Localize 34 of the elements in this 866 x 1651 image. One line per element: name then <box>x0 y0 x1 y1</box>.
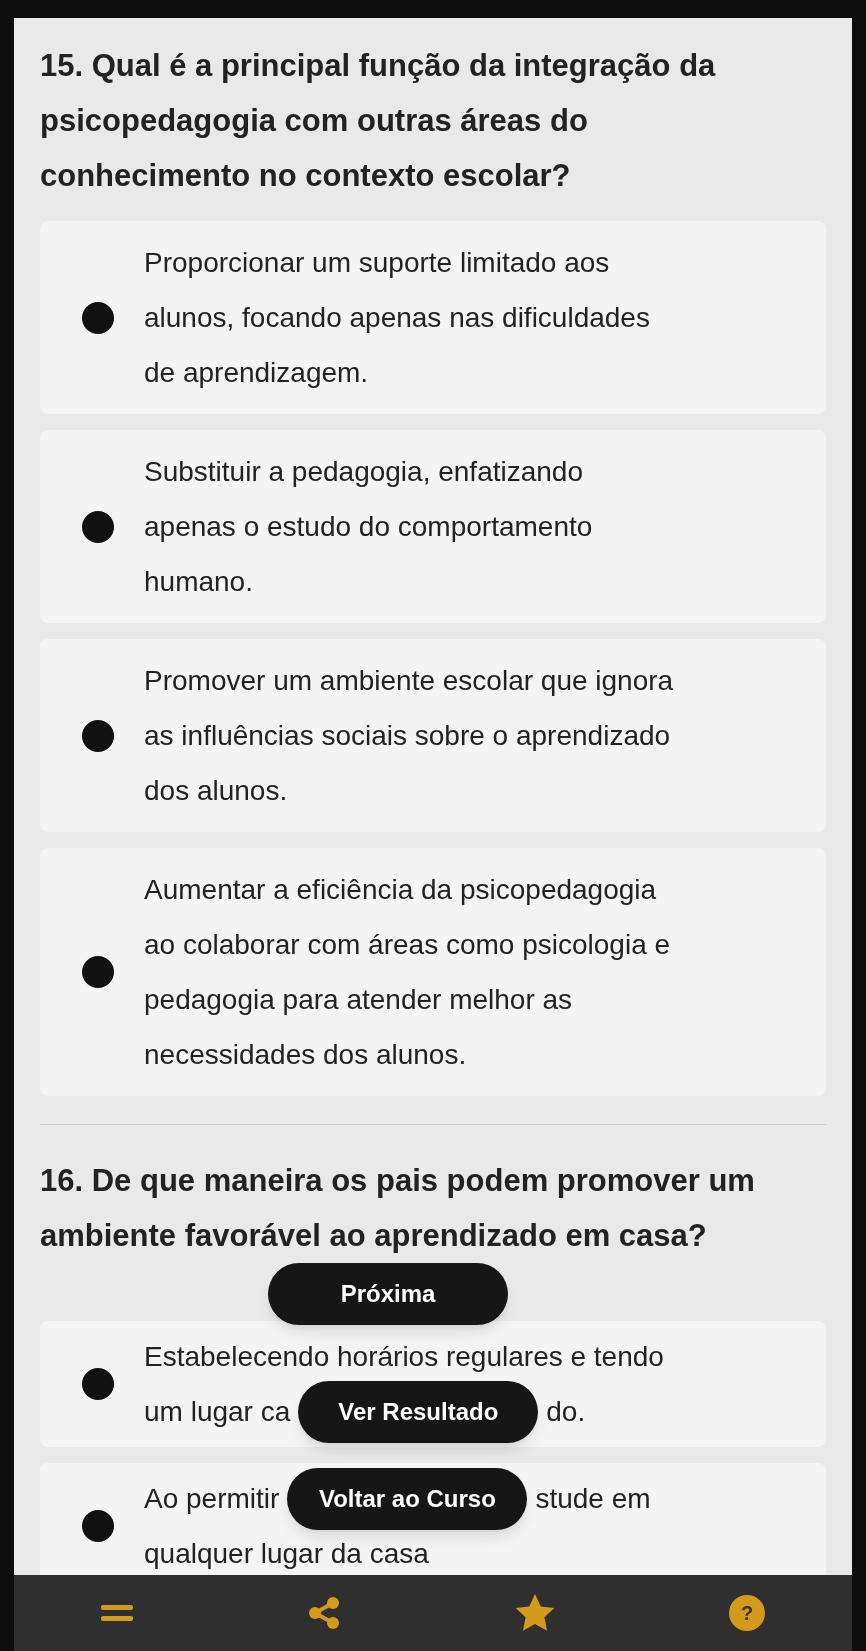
option-text: as influências sociais sobre o aprendizado <box>144 718 671 753</box>
answer-option[interactable]: Proporcionar um suporte limitado aos alunos, focando apenas nas dificuldades de aprendizagem. <box>40 221 826 414</box>
floating-button[interactable]: Voltar ao Curso <box>287 1467 528 1530</box>
option-text: qualquer lugar da casa <box>144 1536 429 1571</box>
option-text: humano. <box>144 564 253 599</box>
option-text: Proporcionar um suporte limitado aos <box>144 245 610 280</box>
help-icon[interactable]: ? <box>729 1595 765 1631</box>
option-text: Promover um ambiente escolar que ignora <box>144 663 674 698</box>
option-text: Aumentar a eficiência da psicopedagogia <box>144 872 657 907</box>
floating-button[interactable]: Próxima <box>268 1263 508 1325</box>
option-text: dos alunos. <box>144 773 288 808</box>
option-text: ao colaborar com áreas como psicologia e <box>144 927 671 962</box>
option-text: Estabelecendo horários regulares e tendo <box>144 1339 664 1374</box>
option-text: um lugar ca <box>144 1394 291 1429</box>
option-text: pedagogia para atender melhor as <box>144 982 573 1017</box>
menu-icon[interactable] <box>101 1603 133 1623</box>
option-text: stude em <box>535 1481 651 1516</box>
option-text: do. <box>546 1394 586 1429</box>
answer-option[interactable]: Promover um ambiente escolar que ignora as influências sociais sobre o aprendizado dos alunos. <box>40 639 826 832</box>
option-text: necessidades dos alunos. <box>144 1037 467 1072</box>
option-text: apenas o estudo do comportamento <box>144 509 593 544</box>
answer-option[interactable]: Ao permitir Voltar ao Curso stude em qualquer lugar da casa <box>40 1463 826 1575</box>
answer-option[interactable]: Aumentar a eficiência da psicopedagogia ao colaborar com áreas como psicologia e pedagogia para atender melhor as necessidades dos alunos. <box>40 848 826 1096</box>
option-text: alunos, focando apenas nas dificuldades <box>144 300 650 335</box>
option-text: Ao permitir <box>144 1481 280 1516</box>
floating-button[interactable]: Ver Resultado <box>298 1380 539 1443</box>
option-text: de aprendizagem. <box>144 355 369 390</box>
star-icon[interactable] <box>515 1594 555 1632</box>
question-title: 15. Qual é a principal função da integração da psicopedagogia com outras áreas do conhecimento no contexto escolar? <box>40 47 717 195</box>
option-text: Substituir a pedagogia, enfatizando <box>144 454 583 489</box>
answer-option[interactable]: Estabelecendo horários regulares e tendo um lugar ca Ver Resultado do. <box>40 1321 826 1447</box>
answer-option[interactable]: Substituir a pedagogia, enfatizando apenas o estudo do comportamento humano. <box>40 430 826 623</box>
question-title: 16. De que maneira os pais podem promover um ambiente favorável ao aprendizado em casa? <box>40 1162 756 1255</box>
share-icon[interactable] <box>307 1596 341 1630</box>
